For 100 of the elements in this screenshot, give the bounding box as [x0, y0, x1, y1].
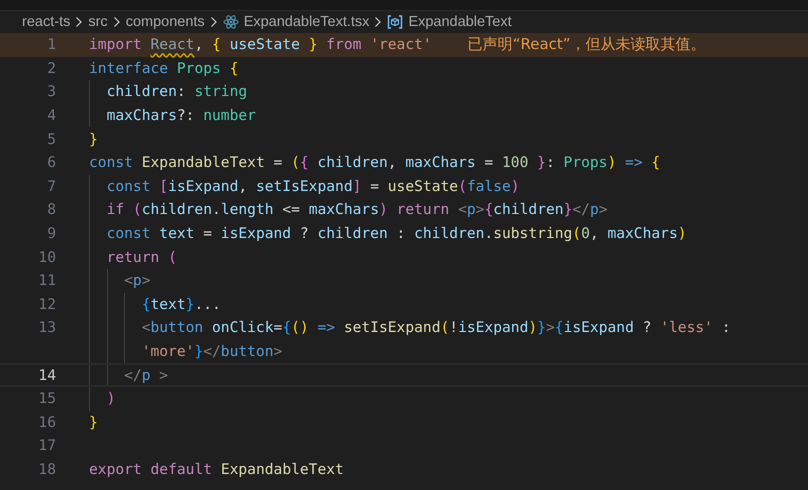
- identifier: length: [220, 201, 275, 218]
- bracket: (: [132, 201, 142, 218]
- line-number: 1: [46, 36, 56, 54]
- bracket: }: [564, 201, 572, 218]
- tag-name: button: [150, 319, 204, 336]
- code-punctuation: =: [203, 225, 214, 242]
- atom-icon: [222, 14, 239, 30]
- identifier: text: [150, 296, 186, 313]
- bracket: ): [678, 225, 687, 242]
- tag-bracket: </: [572, 201, 590, 218]
- bracket: (): [291, 319, 310, 336]
- breadcrumb-item[interactable]: components: [126, 14, 205, 30]
- number-literal: 0: [581, 225, 590, 242]
- code-punctuation: =: [370, 178, 380, 195]
- chevron-right-icon: [112, 16, 121, 28]
- bracket: }: [89, 414, 98, 431]
- code-punctuation: =: [274, 154, 284, 172]
- bracket: }: [186, 296, 194, 313]
- keyword: const: [106, 178, 152, 195]
- code-punctuation: ...: [194, 296, 221, 313]
- tag-bracket: >: [142, 272, 151, 290]
- function-name: substring: [493, 225, 572, 242]
- keyword: from: [326, 36, 362, 54]
- identifier: isExpand: [564, 319, 635, 336]
- keyword: default: [150, 460, 214, 478]
- tag-bracket: </: [203, 343, 221, 360]
- tag-bracket: >: [598, 201, 608, 218]
- tag-bracket: >: [476, 201, 484, 218]
- line-number: 8: [46, 201, 56, 218]
- keyword: =>: [625, 154, 644, 172]
- code-punctuation: :: [176, 83, 187, 100]
- bracket: (: [572, 225, 582, 242]
- code-punctuation: !: [449, 319, 458, 336]
- tag-bracket: >: [274, 343, 282, 360]
- identifier: children: [493, 201, 564, 218]
- tag-name: p: [466, 201, 476, 218]
- identifier: useState: [230, 36, 301, 54]
- bracket: ): [528, 319, 538, 336]
- unused-identifier: React: [150, 36, 194, 54]
- line-number: 11: [37, 272, 56, 290]
- bracket: {: [300, 154, 310, 172]
- string-literal: 'less': [660, 319, 714, 336]
- keyword: const: [89, 154, 134, 172]
- code-punctuation: ,: [388, 154, 398, 172]
- identifier: maxChars: [106, 107, 177, 124]
- identifier: maxChars: [405, 154, 477, 172]
- code-punctuation: .: [484, 225, 494, 242]
- symbol-icon: [387, 14, 404, 30]
- breadcrumb-item[interactable]: ExpandableText.tsx: [222, 14, 370, 30]
- function-name: ExpandableText: [142, 154, 266, 172]
- keyword: return: [106, 248, 160, 266]
- bracket: {: [554, 319, 564, 336]
- chevron-right-icon: [210, 16, 218, 28]
- breadcrumb-item[interactable]: react-ts: [22, 14, 70, 30]
- line-number: 7: [46, 178, 56, 195]
- code-punctuation: ,: [238, 178, 248, 195]
- bracket: (: [168, 248, 177, 266]
- type-name: number: [203, 107, 256, 124]
- identifier: children: [142, 201, 212, 218]
- tag-bracket: </: [124, 366, 142, 384]
- type-name: Props: [564, 154, 608, 172]
- identifier: maxChars: [607, 225, 678, 242]
- bracket: }: [537, 154, 546, 172]
- bracket: ): [106, 390, 116, 408]
- identifier: children: [317, 225, 389, 242]
- bracket: {: [230, 60, 238, 77]
- code-punctuation: ?:: [176, 107, 196, 124]
- bracket: ]: [352, 178, 362, 195]
- line-number: 14: [37, 366, 56, 384]
- line-number: 4: [46, 107, 56, 124]
- keyword: if: [106, 201, 126, 218]
- tag-bracket: <: [142, 319, 150, 336]
- string-literal: 'react': [370, 36, 432, 54]
- type-name: string: [194, 83, 248, 100]
- identifier: setIsExpand: [256, 178, 353, 195]
- identifier: onClick: [212, 319, 274, 336]
- identifier: children: [106, 83, 177, 100]
- breadcrumb-item[interactable]: src: [88, 14, 108, 30]
- keyword: return: [396, 201, 450, 218]
- keyword: import: [89, 36, 143, 54]
- bracket: }: [308, 36, 318, 54]
- bracket: }: [89, 130, 98, 148]
- inline-warning-message: 已声明“React”，但从未读取其值。: [468, 35, 706, 54]
- identifier: isExpand: [168, 178, 238, 195]
- code-punctuation: ?: [642, 319, 652, 336]
- function-name: setIsExpand: [344, 319, 440, 336]
- bracket: ): [510, 178, 520, 195]
- line-number: 6: [46, 154, 56, 172]
- bracket: [: [159, 178, 168, 195]
- bracket: {: [282, 319, 292, 336]
- line-number: 16: [37, 414, 56, 431]
- function-name: ExpandableText: [220, 460, 344, 478]
- identifier: children: [414, 225, 484, 242]
- line-number: 10: [37, 248, 56, 266]
- keyword: =>: [317, 319, 336, 336]
- breadcrumb-item[interactable]: ExpandableText: [387, 14, 512, 30]
- tag-name: p: [590, 201, 599, 218]
- code-punctuation: .: [212, 201, 221, 218]
- tag-bracket: <: [124, 272, 133, 290]
- identifier: isExpand: [458, 319, 528, 336]
